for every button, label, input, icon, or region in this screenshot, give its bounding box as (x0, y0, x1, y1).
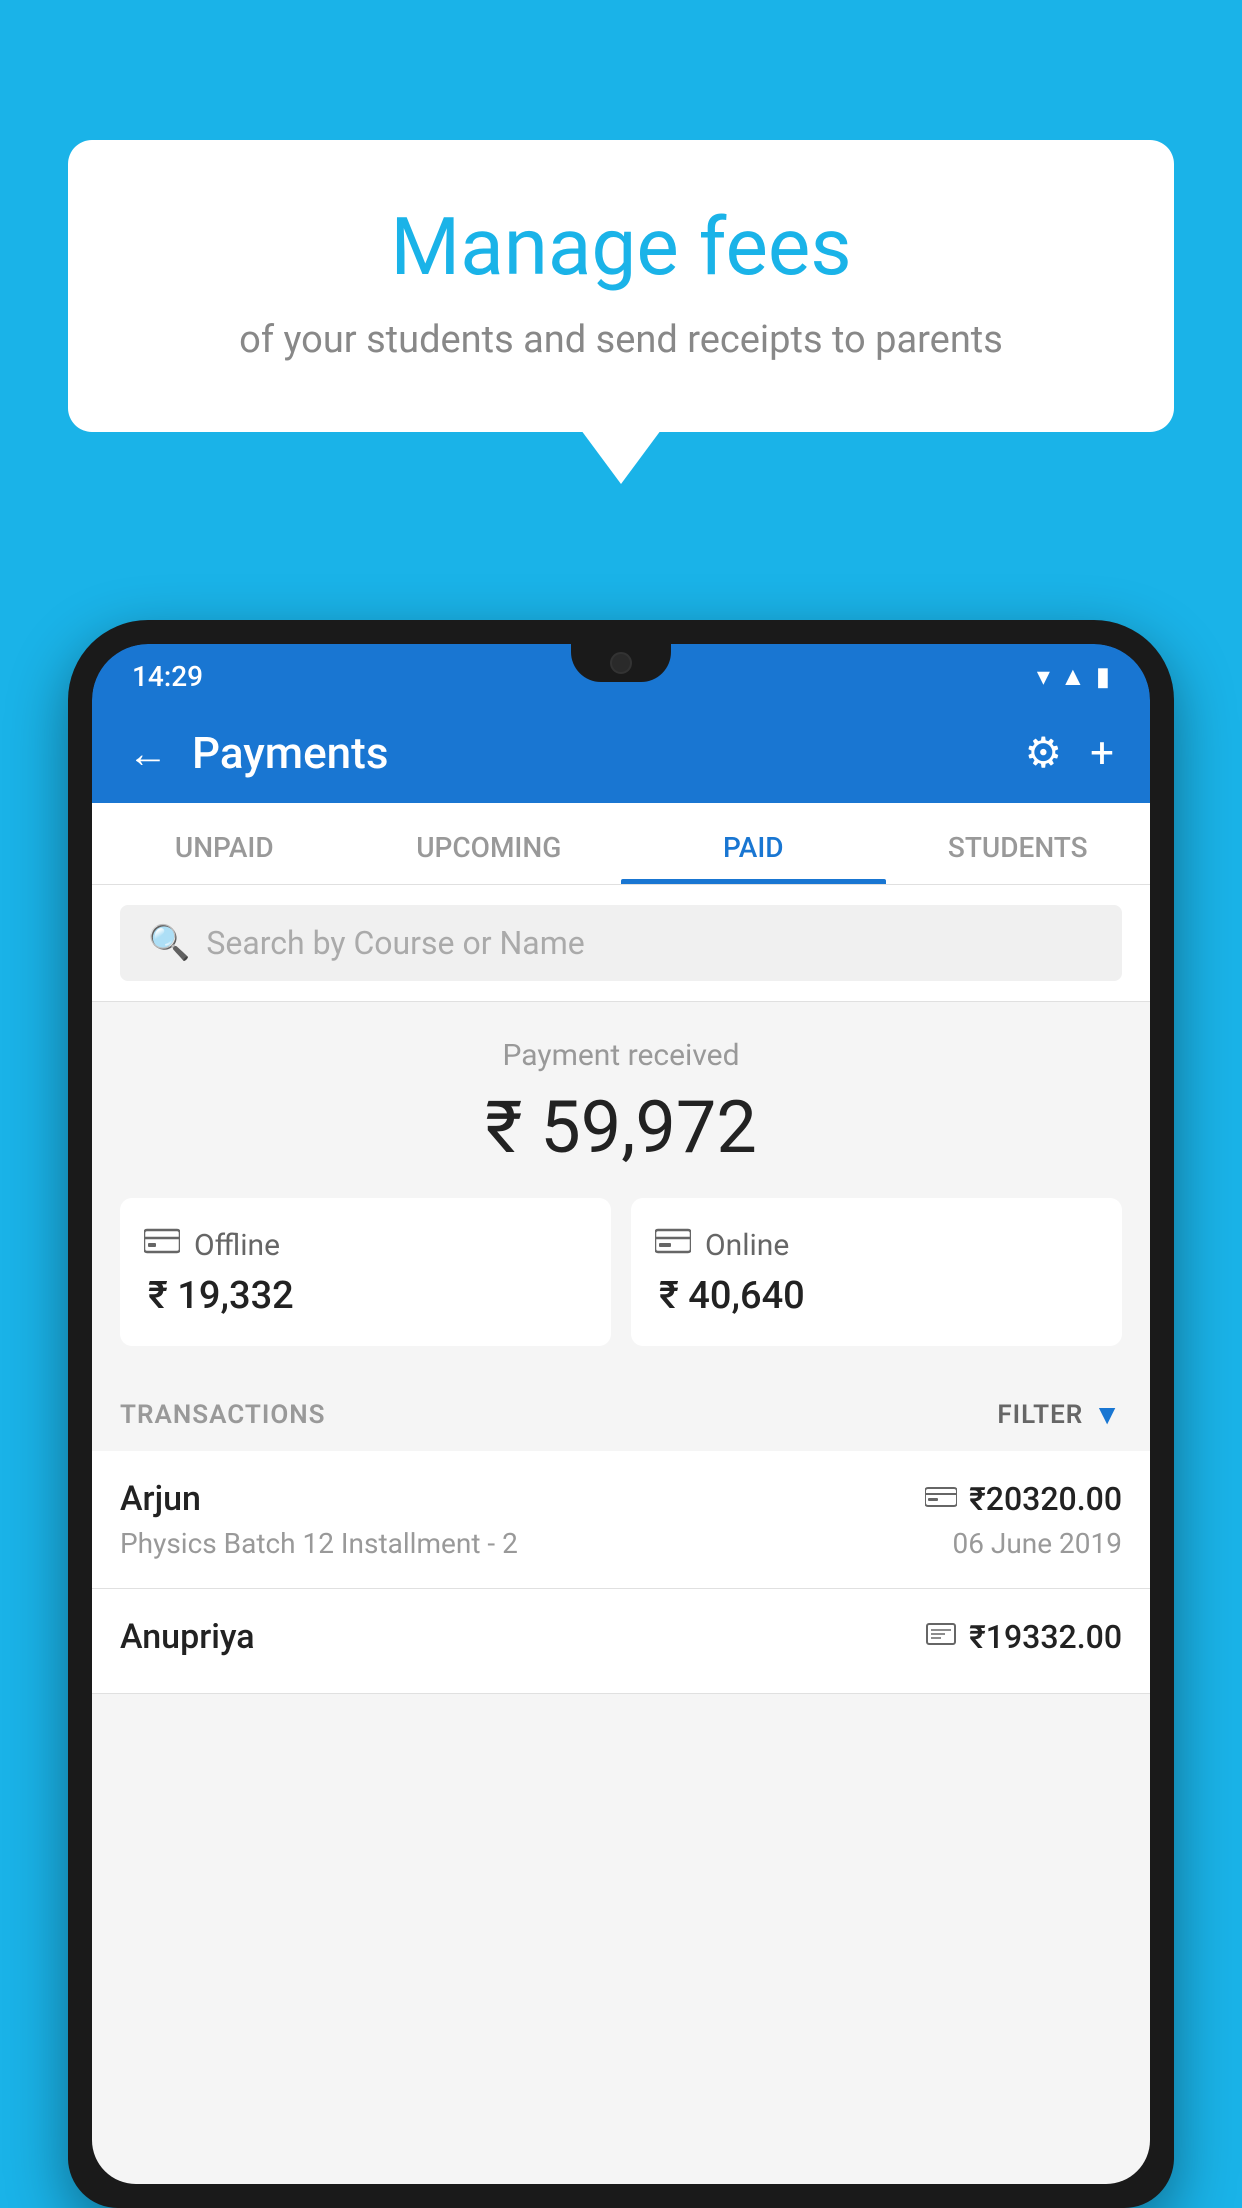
phone-inner: 14:29 ▾ ▲ ▮ ← Payments ⚙ + UNPAID (92, 644, 1150, 2184)
tab-upcoming[interactable]: UPCOMING (357, 803, 622, 884)
transaction-row[interactable]: Arjun ₹20320.00 (92, 1451, 1150, 1589)
transaction-name-1: Arjun (120, 1479, 201, 1519)
add-icon[interactable]: + (1090, 729, 1114, 778)
app-bar: ← Payments ⚙ + (92, 703, 1150, 803)
offline-amount: ₹ 19,332 (144, 1274, 587, 1318)
transaction-top-2: Anupriya ₹19332.00 (120, 1617, 1122, 1657)
phone-outer: 14:29 ▾ ▲ ▮ ← Payments ⚙ + UNPAID (68, 620, 1174, 2208)
payment-received-label: Payment received (120, 1038, 1122, 1073)
back-button[interactable]: ← (128, 730, 168, 777)
transaction-amount-2: ₹19332.00 (969, 1618, 1122, 1656)
filter-icon: ▼ (1093, 1398, 1122, 1431)
battery-icon: ▮ (1096, 662, 1110, 692)
online-icon (655, 1226, 691, 1264)
transaction-bottom-1: Physics Batch 12 Installment - 2 06 June… (120, 1527, 1122, 1560)
phone-screen: 🔍 Search by Course or Name Payment recei… (92, 885, 1150, 2184)
offline-label: Offline (194, 1228, 280, 1263)
filter-label: FILTER (997, 1400, 1083, 1430)
phone-notch (571, 644, 671, 682)
search-bar[interactable]: 🔍 Search by Course or Name (120, 905, 1122, 981)
speech-bubble: Manage fees of your students and send re… (68, 140, 1174, 432)
tab-bar: UNPAID UPCOMING PAID STUDENTS (92, 803, 1150, 885)
transaction-type-icon-2 (925, 1621, 957, 1654)
offline-card-header: Offline (144, 1226, 587, 1264)
wifi-icon: ▾ (1037, 662, 1050, 692)
tab-unpaid[interactable]: UNPAID (92, 803, 357, 884)
speech-bubble-container: Manage fees of your students and send re… (68, 140, 1174, 432)
online-label: Online (705, 1228, 789, 1263)
search-bar-container: 🔍 Search by Course or Name (92, 885, 1150, 1002)
notch-camera (610, 652, 632, 674)
payment-cards: Offline ₹ 19,332 (120, 1198, 1122, 1346)
tab-paid[interactable]: PAID (621, 803, 886, 884)
search-input[interactable]: Search by Course or Name (206, 924, 584, 962)
signal-icon: ▲ (1060, 661, 1086, 692)
app-bar-actions: ⚙ + (1025, 728, 1115, 778)
payment-summary: Payment received ₹ 59,972 (92, 1002, 1150, 1374)
transaction-amount-row-1: ₹20320.00 (925, 1480, 1122, 1518)
transaction-amount-1: ₹20320.00 (969, 1480, 1122, 1518)
tab-students[interactable]: STUDENTS (886, 803, 1151, 884)
online-amount: ₹ 40,640 (655, 1274, 1098, 1318)
bubble-subtitle: of your students and send receipts to pa… (148, 318, 1094, 362)
online-card-header: Online (655, 1226, 1098, 1264)
status-icons: ▾ ▲ ▮ (1037, 661, 1110, 692)
offline-icon (144, 1226, 180, 1264)
online-card: Online ₹ 40,640 (631, 1198, 1122, 1346)
app-bar-title: Payments (192, 727, 1001, 779)
filter-button[interactable]: FILTER ▼ (997, 1398, 1122, 1431)
status-time: 14:29 (132, 660, 203, 693)
phone-frame: 14:29 ▾ ▲ ▮ ← Payments ⚙ + UNPAID (68, 620, 1174, 2208)
search-icon: 🔍 (148, 923, 190, 963)
transaction-row[interactable]: Anupriya ₹19332.00 (92, 1589, 1150, 1694)
transactions-header: TRANSACTIONS FILTER ▼ (92, 1374, 1150, 1451)
transaction-date-1: 06 June 2019 (952, 1527, 1122, 1560)
transaction-amount-row-2: ₹19332.00 (925, 1618, 1122, 1656)
bubble-title: Manage fees (148, 200, 1094, 294)
transaction-type-icon-1 (925, 1483, 957, 1516)
transaction-name-2: Anupriya (120, 1617, 255, 1657)
payment-total: ₹ 59,972 (120, 1085, 1122, 1170)
settings-icon[interactable]: ⚙ (1025, 728, 1063, 778)
offline-card: Offline ₹ 19,332 (120, 1198, 611, 1346)
transaction-top-1: Arjun ₹20320.00 (120, 1479, 1122, 1519)
transaction-course-1: Physics Batch 12 Installment - 2 (120, 1527, 518, 1560)
transactions-label: TRANSACTIONS (120, 1400, 326, 1430)
